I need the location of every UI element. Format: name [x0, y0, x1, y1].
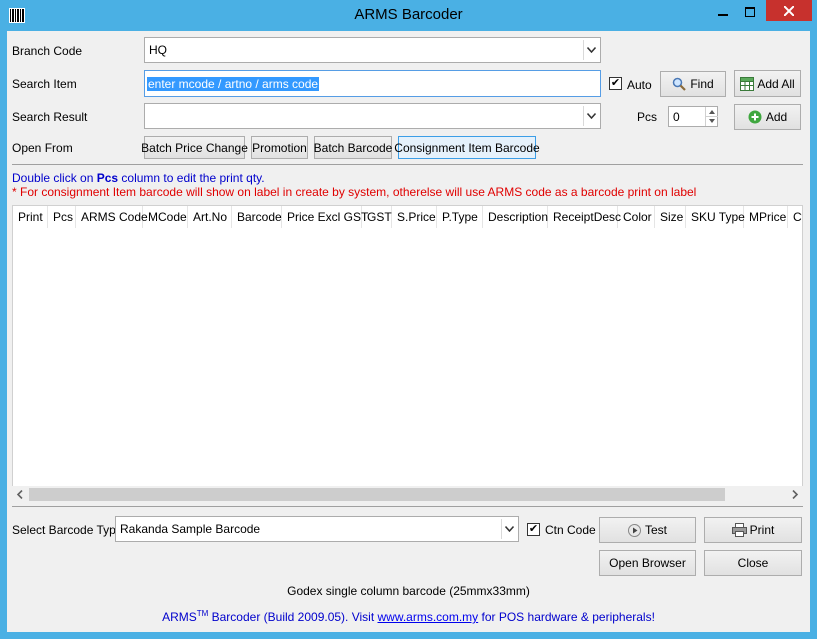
main-panel: Branch Code HQ Search Item enter mcode /… — [7, 31, 810, 632]
promotion-button[interactable]: Promotion — [251, 136, 308, 159]
close-icon — [784, 5, 794, 16]
column-mcode[interactable]: MCode — [143, 206, 188, 228]
find-button-label: Find — [690, 77, 714, 91]
barcode-type-value: Rakanda Sample Barcode — [120, 522, 261, 536]
separator — [12, 164, 803, 165]
column-price-excl-gst[interactable]: Price Excl GST — [282, 206, 368, 228]
pcs-label: Pcs — [637, 110, 658, 124]
maximize-button[interactable] — [737, 2, 763, 22]
play-icon — [627, 523, 641, 537]
printer-icon — [731, 523, 747, 537]
column-art-no[interactable]: Art.No — [188, 206, 232, 228]
hint-suffix: column to edit the print qty. — [118, 171, 265, 185]
hint-prefix: Double click on — [12, 171, 97, 185]
column-color[interactable]: Color — [618, 206, 655, 228]
print-button-label: Print — [749, 523, 775, 537]
column-mprice[interactable]: MPrice — [744, 206, 788, 228]
plus-circle-icon — [748, 110, 762, 124]
maximize-icon — [745, 7, 755, 17]
footer-tm: TM — [196, 609, 209, 618]
chevron-down-icon[interactable] — [501, 519, 516, 539]
minimize-icon — [718, 14, 728, 16]
add-all-button-label: Add All — [757, 76, 795, 91]
search-item-label: Search Item — [12, 77, 77, 91]
scroll-left-icon[interactable] — [16, 490, 24, 499]
batch-barcode-button[interactable]: Batch Barcode — [314, 136, 392, 159]
consignment-item-barcode-button[interactable]: Consignment Item Barcode — [394, 136, 540, 159]
column-arms-code[interactable]: ARMS Code — [76, 206, 148, 228]
title-bar[interactable]: ARMS Barcoder — [0, 0, 817, 31]
auto-label: Auto — [627, 78, 652, 92]
print-button[interactable]: Print — [704, 517, 802, 543]
branch-code-value: HQ — [149, 43, 167, 57]
spreadsheet-icon — [740, 76, 755, 91]
window-close-button[interactable] — [766, 0, 812, 21]
add-button[interactable]: Add — [734, 104, 801, 130]
stepper-up-down-icon — [706, 110, 718, 123]
test-button[interactable]: Test — [599, 517, 696, 543]
search-result-select[interactable] — [144, 103, 601, 129]
search-icon — [673, 77, 687, 91]
auto-checkbox[interactable]: ✔ — [609, 77, 622, 90]
ctn-code-checkbox[interactable]: ✔ — [527, 523, 540, 536]
column-size[interactable]: Size — [655, 206, 686, 228]
barcode-type-select[interactable]: Rakanda Sample Barcode — [115, 516, 519, 542]
window-title: ARMS Barcoder — [354, 6, 463, 23]
ctn-code-label: Ctn Code — [545, 523, 596, 537]
chevron-down-icon[interactable] — [583, 106, 598, 126]
search-item-input[interactable]: enter mcode / artno / arms code — [144, 70, 601, 97]
app-window: ARMS Barcoder Branch Code HQ Search Item… — [0, 0, 817, 639]
column-print[interactable]: Print — [13, 206, 48, 228]
scroll-right-icon[interactable] — [791, 490, 799, 499]
grid-header: Print Pcs ARMS Code MCode Art.No Barcode… — [13, 206, 802, 228]
column-receipt-desc[interactable]: ReceiptDesc — [548, 206, 621, 228]
find-button[interactable]: Find — [660, 71, 726, 97]
search-result-label: Search Result — [12, 110, 88, 124]
footer-suffix: for POS hardware & peripherals! — [478, 610, 655, 624]
separator — [12, 506, 803, 507]
open-from-label: Open From — [12, 141, 73, 155]
column-ct[interactable]: Ct — [788, 206, 802, 228]
column-pcs[interactable]: Pcs — [48, 206, 76, 228]
close-button[interactable]: Close — [704, 550, 802, 576]
pcs-stepper[interactable]: 0 — [668, 106, 718, 127]
hint-text: Double click on Pcs column to edit the p… — [12, 171, 265, 185]
horizontal-scrollbar[interactable] — [12, 486, 803, 503]
column-sku-type[interactable]: SKU Type — [686, 206, 745, 228]
column-p-type[interactable]: P.Type — [437, 206, 483, 228]
open-browser-button[interactable]: Open Browser — [599, 550, 696, 576]
stepper-arrows[interactable] — [705, 107, 718, 126]
column-s-price[interactable]: S.Price — [392, 206, 437, 228]
barcode-description: Godex single column barcode (25mmx33mm) — [287, 584, 530, 598]
search-item-text: enter mcode / artno / arms code — [147, 77, 320, 91]
barcode-type-label: Select Barcode Type — [12, 523, 123, 537]
consignment-note: * For consignment Item barcode will show… — [12, 185, 697, 199]
add-button-label: Add — [765, 110, 788, 124]
column-description[interactable]: Description — [483, 206, 548, 228]
arms-website-link[interactable]: www.arms.com.my — [378, 610, 479, 624]
batch-price-change-button[interactable]: Batch Price Change — [141, 136, 248, 159]
branch-code-label: Branch Code — [12, 44, 83, 58]
check-icon: ✔ — [610, 77, 621, 89]
minimize-button[interactable] — [710, 2, 736, 22]
branch-code-select[interactable]: HQ — [144, 37, 601, 63]
footer-info: ARMSTM Barcoder (Build 2009.05). Visit w… — [7, 609, 810, 624]
add-all-button[interactable]: Add All — [734, 70, 801, 97]
hint-bold: Pcs — [96, 171, 119, 185]
pcs-value: 0 — [673, 110, 680, 124]
footer-mid: Barcoder (Build 2009.05). Visit — [208, 610, 378, 624]
item-grid[interactable]: Print Pcs ARMS Code MCode Art.No Barcode… — [12, 205, 803, 502]
check-icon: ✔ — [528, 523, 539, 535]
column-barcode[interactable]: Barcode — [232, 206, 282, 228]
scrollbar-thumb[interactable] — [29, 488, 725, 501]
test-button-label: Test — [644, 523, 667, 537]
column-gst[interactable]: GST — [362, 206, 392, 228]
chevron-down-icon[interactable] — [583, 40, 598, 60]
footer-prefix: ARMS — [162, 610, 197, 624]
